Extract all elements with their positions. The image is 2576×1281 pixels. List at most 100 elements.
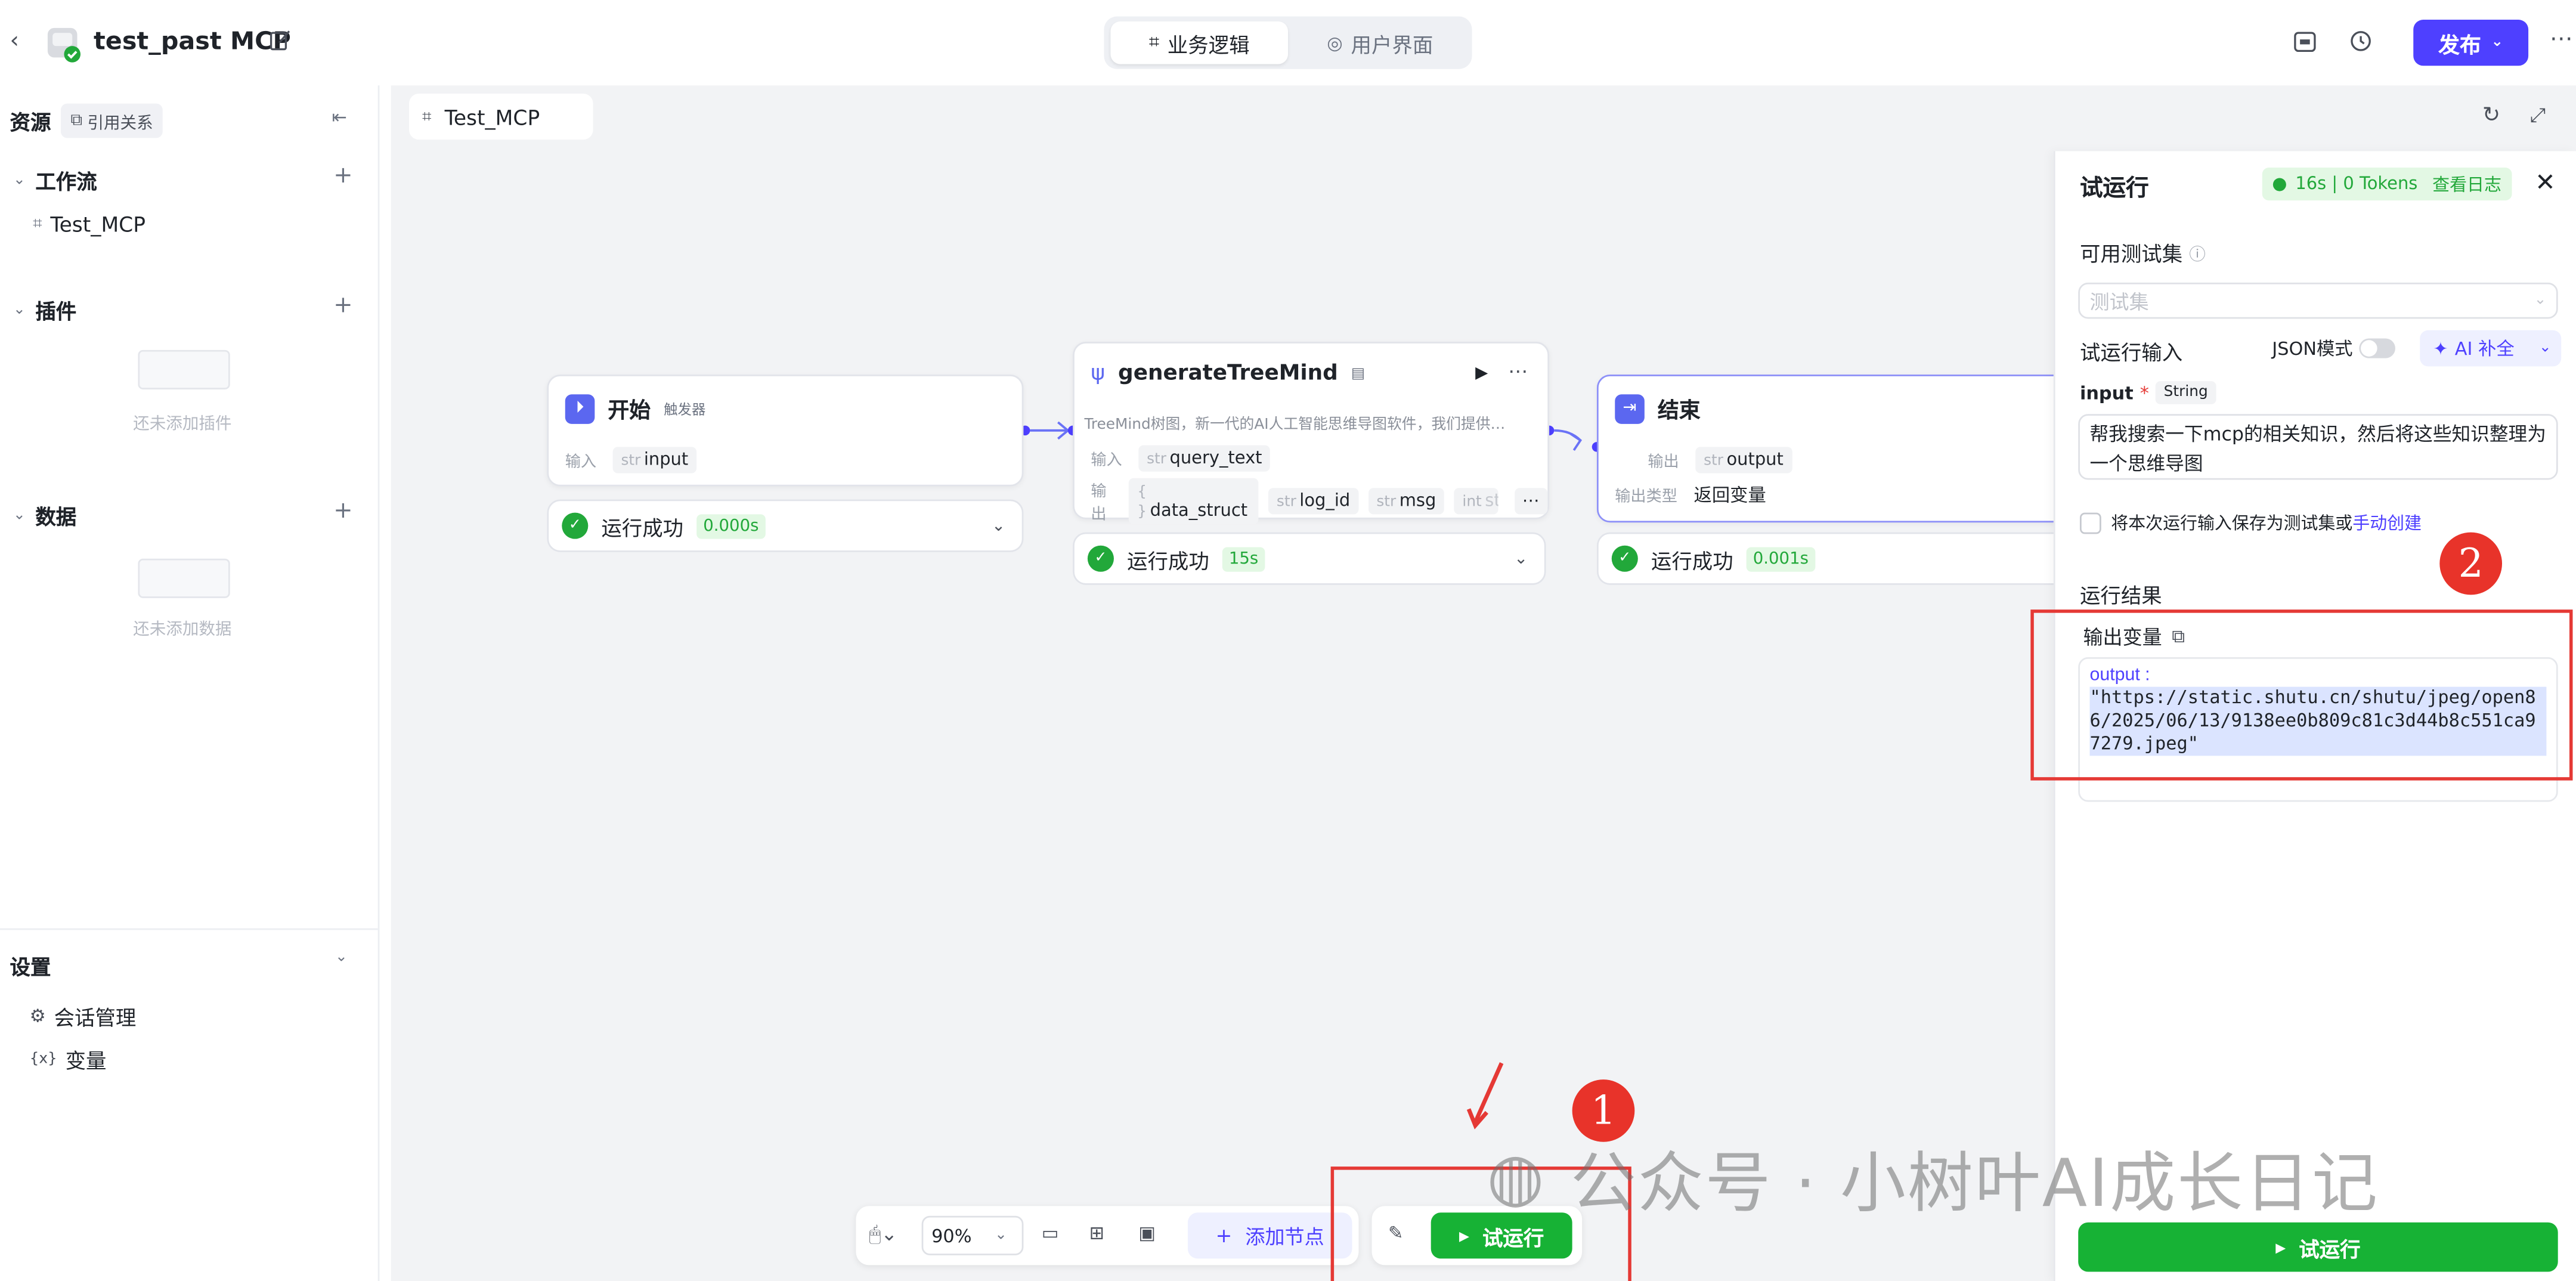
top-bar: ‹ test_past MCP ⌗ 业务逻辑 ◎ 用户界面 发布 ⌄ ⋯	[0, 0, 2576, 86]
end-run-status[interactable]: ✓ 运行成功 0.001s	[1596, 532, 2070, 585]
add-data-icon[interactable]: +	[333, 498, 352, 524]
chevron-down-icon[interactable]: ⌄	[335, 949, 348, 966]
tab-business-logic-label: 业务逻辑	[1167, 32, 1250, 57]
references-label: 引用关系	[87, 115, 153, 134]
tab-user-interface[interactable]: ◎ 用户界面	[1295, 21, 1466, 64]
sidebar-item-variables[interactable]: {x} 变量	[30, 1043, 107, 1074]
chevron-down-icon: ⌄	[995, 1227, 1007, 1244]
file-tab[interactable]: ⌗ Test_MCP	[409, 94, 593, 140]
back-icon[interactable]: ‹	[10, 28, 27, 54]
minimap-icon[interactable]: ▣	[1138, 1223, 1156, 1244]
json-mode-toggle[interactable]	[2359, 338, 2396, 358]
output-variable-chip: str msg	[1368, 488, 1445, 515]
info-icon: ⓘ	[2189, 246, 2206, 265]
manual-create-link[interactable]: 手动创建	[2352, 511, 2422, 536]
input-variable-chip: str query_text	[1138, 445, 1271, 472]
refresh-icon[interactable]: ↻	[2482, 104, 2500, 128]
end-node[interactable]: ⇥ 结束 输出 str output 输出类型 返回变量	[1596, 375, 2073, 523]
data-empty-text: 还未添加数据	[133, 621, 232, 639]
left-sidebar: 资源 ⧉ 引用关系 ⇤ ⌄ 工作流 + ⌗ Test_MCP ⌄ 插件 + 还未…	[0, 85, 380, 1281]
input-label: 输入	[565, 453, 597, 472]
close-icon[interactable]: ✕	[2535, 168, 2556, 197]
collapse-sidebar-icon[interactable]: ⇤	[332, 107, 347, 128]
start-node[interactable]: ⏵ 开始 触发器 输入 str input	[547, 375, 1024, 487]
output-variable-chip: str log_id	[1268, 488, 1359, 515]
save-checkbox[interactable]	[2079, 512, 2101, 534]
add-node-button[interactable]: + 添加节点	[1187, 1212, 1352, 1259]
file-tab-label: Test_MCP	[444, 104, 540, 129]
chevron-down-icon: ⌄	[2491, 34, 2504, 51]
publish-button[interactable]: 发布 ⌄	[2413, 20, 2529, 66]
sidebar-item-test-mcp[interactable]: ⌗ Test_MCP	[33, 212, 145, 236]
watermark-text: 公众号 · 小树叶AI成长日记	[1570, 1147, 2379, 1223]
tree-mind-node[interactable]: ψ generateTreeMind ▤ ▶ ⋯ TreeMind树图，新一代的…	[1073, 342, 1550, 524]
plugin-section-header[interactable]: ⌄ 插件	[13, 294, 76, 325]
run-summary-badge[interactable]: ● 16s | 0 Tokens 查看日志	[2262, 168, 2512, 201]
references-tab[interactable]: ⧉ 引用关系	[60, 103, 163, 138]
input-field-name: input	[2079, 382, 2134, 404]
success-check-icon: ✓	[562, 512, 589, 539]
publish-label: 发布	[2438, 33, 2481, 58]
variable-icon: {x}	[29, 1050, 57, 1068]
doc-icon: ▤	[1351, 366, 1366, 382]
sidebar-item-conversation[interactable]: ⚙ 会话管理	[30, 1001, 137, 1032]
empty-placeholder-icon	[138, 558, 230, 598]
start-run-status[interactable]: ✓ 运行成功 0.000s ⌄	[547, 499, 1024, 552]
tree-node-title: generateTreeMind	[1118, 361, 1338, 386]
workflow-icon: ⌗	[33, 215, 42, 234]
resources-label: 资源	[10, 110, 51, 135]
annotation-arrow	[1466, 1062, 1504, 1130]
run-input-label: 试运行输入	[2079, 340, 2183, 365]
run-status-text: 运行成功	[601, 515, 684, 540]
tab-business-logic[interactable]: ⌗ 业务逻辑	[1110, 21, 1288, 64]
edit-icon[interactable]	[270, 30, 291, 56]
chevron-down-icon: ⌄	[992, 516, 1006, 535]
panel-title: 试运行	[2079, 175, 2149, 202]
annotation-frame-output	[2030, 609, 2573, 781]
view-log-link[interactable]: 查看日志	[2432, 172, 2501, 196]
panel-test-run-label: 试运行	[2299, 1236, 2361, 1261]
more-icon[interactable]: ⋯	[1508, 360, 1528, 383]
workflow-section-header[interactable]: ⌄ 工作流	[13, 165, 97, 196]
required-mark: *	[2140, 382, 2149, 404]
end-icon: ⇥	[1615, 393, 1645, 423]
trigger-badge: 触发器	[664, 401, 706, 419]
end-node-title: 结束	[1657, 399, 1701, 424]
sidebar-item-label: 会话管理	[54, 1005, 137, 1031]
more-outputs-icon[interactable]: ⋯	[1513, 488, 1548, 515]
add-workflow-icon[interactable]: +	[333, 163, 352, 189]
add-plugin-icon[interactable]: +	[333, 292, 352, 318]
history-icon[interactable]	[2349, 30, 2373, 58]
success-check-icon: ✓	[1611, 545, 1638, 572]
mouse-mode-icon[interactable]: 🖱⌄	[869, 1223, 897, 1247]
workflow-icon: ⌗	[422, 107, 432, 126]
run-time-badge: 0.000s	[696, 513, 766, 539]
tree-run-status[interactable]: ✓ 运行成功 15s ⌄	[1073, 532, 1546, 585]
ai-fill-button[interactable]: ✦ AI 补全 ⌄	[2420, 330, 2562, 367]
comment-icon[interactable]: ▭	[1042, 1223, 1059, 1244]
run-node-icon[interactable]: ▶	[1475, 365, 1488, 383]
test-set-select[interactable]: 测试集 ⌄	[2078, 282, 2558, 319]
save-checkbox-label: 将本次运行输入保存为测试集或	[2111, 514, 2353, 534]
wechat-icon: ◍	[1487, 1140, 1544, 1216]
start-icon: ⏵	[565, 393, 595, 423]
data-section-label: 数据	[35, 504, 77, 530]
sidebar-item-label: 变量	[65, 1048, 107, 1073]
output-type-value: 返回变量	[1693, 484, 1766, 506]
more-icon[interactable]: ⋯	[2550, 26, 2573, 52]
fullscreen-icon[interactable]: ⤢	[2530, 104, 2546, 128]
layout-icon[interactable]: ⊞	[1089, 1223, 1104, 1244]
link-icon: ⧉	[70, 112, 83, 130]
input-textarea[interactable]: 帮我搜索一下mcp的相关知识，然后将这些知识整理为一个思维导图	[2078, 414, 2558, 480]
canvas-toolbar: 🖱⌄ 90% ⌄ ▭ ⊞ ▣ + 添加节点	[856, 1206, 1359, 1265]
panel-test-run-button[interactable]: ▶ 试运行	[2078, 1222, 2558, 1272]
data-section-header[interactable]: ⌄ 数据	[13, 500, 76, 531]
output-variable-chip: { } data_struct	[1129, 478, 1259, 524]
chevron-down-icon: ⌄	[13, 301, 26, 318]
output-type-label: 输出类型	[1615, 488, 1678, 506]
save-icon[interactable]	[2293, 31, 2317, 57]
run-summary-text: 16s | 0 Tokens	[2295, 174, 2418, 194]
plugin-empty-text: 还未添加插件	[133, 416, 232, 434]
output-variable-chip: str output	[1695, 447, 1792, 474]
zoom-select[interactable]: 90% ⌄	[921, 1215, 1024, 1255]
